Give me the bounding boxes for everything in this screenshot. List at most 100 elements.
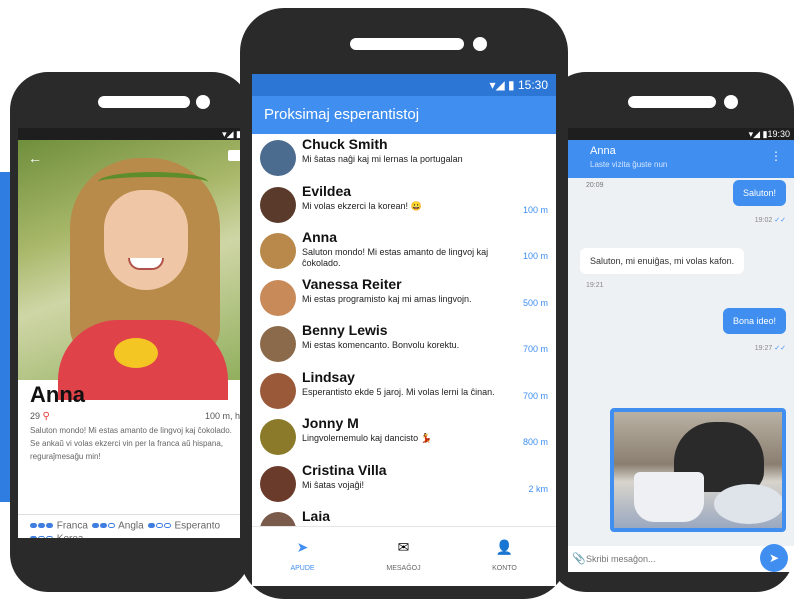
contact-message: Mi volas ekzerci la korean! 😀: [302, 200, 422, 211]
avatar: [260, 279, 296, 316]
phone-speaker: [98, 96, 190, 108]
back-arrow-icon[interactable]: ←: [28, 150, 42, 166]
contact-row[interactable]: Evildea Mi volas ekzerci la korean! 😀 100 …: [252, 181, 556, 227]
photo-message[interactable]: [610, 408, 786, 532]
avatar: [260, 326, 296, 362]
contact-row[interactable]: Laia: [252, 506, 556, 526]
read-check-icon: ✓✓: [774, 345, 786, 352]
profile-name: Anna: [30, 382, 85, 407]
message-bubble-in: Saluton, mi enuiĝas, mi volas kafon.: [580, 248, 745, 274]
message-bubble-out: Bona ideo!: [722, 308, 786, 334]
phone-speaker: [628, 96, 716, 108]
more-options-icon[interactable]: ⋮: [770, 149, 782, 163]
contact-row[interactable]: Lindsay Esperantisto ekde 5 jaroj. Mi vol…: [252, 367, 556, 413]
chat-header: Anna Laste vizita ĝuste nun ⋮: [568, 140, 794, 178]
nav-item-konto[interactable]: 👤 KONTO: [454, 527, 555, 586]
phone-camera: [473, 37, 487, 51]
contact-distance: 100 m: [522, 204, 548, 215]
contact-row[interactable]: Jonny M Lingvolernemulo kaj dancisto 💃 800…: [252, 413, 556, 459]
messages-icon: ✉: [397, 539, 410, 555]
chat-contact-status: Laste vizita ĝuste nun: [590, 160, 668, 169]
contact-name: Laia: [302, 508, 331, 524]
language-item: Franca: [30, 520, 88, 533]
chat-contact-name[interactable]: Anna: [590, 145, 616, 157]
contact-name: Vanessa Reiter: [302, 275, 402, 292]
contact-row[interactable]: Vanessa Reiter Mi estas programisto kaj m…: [252, 274, 556, 320]
send-icon: ➤: [768, 551, 780, 565]
location-pin-icon: ⚲: [42, 411, 50, 422]
avatar: [260, 465, 296, 502]
nav-item-mesaĝoj[interactable]: ✉ MESAĜOJ: [353, 527, 454, 586]
contact-message: Mi estas komencanto. Bonvolu korektu.: [302, 340, 460, 350]
status-bar: ▾◢ ▮ 15:30: [252, 74, 556, 96]
contact-row[interactable]: Cristina Villa Mi ŝatas vojaĝi! 2 km: [252, 460, 556, 506]
proficiency-dots-icon: [147, 520, 172, 532]
chat-screen: ▾◢ ▮19:30 Anna Laste vizita ĝuste nun ⋮ …: [568, 128, 794, 572]
contact-message: Esperantisto ekde 5 jaroj. Mi volas lern…: [302, 386, 495, 397]
avatar: [260, 186, 296, 223]
phone-profile: ▾◢ ▮1 ← Anna 29 ⚲ 100 m, hier Saluton mo…: [10, 72, 250, 592]
contact-name: Evildea: [302, 182, 352, 199]
chat-messages: 20:09 Saluton! 19:02 ✓✓ Saluton, mi enui…: [568, 178, 794, 546]
contact-message: Lingvolernemulo kaj dancisto 💃: [302, 433, 432, 443]
contact-message: Mi estas programisto kaj mi amas lingvoj…: [302, 293, 472, 304]
avatar: [260, 140, 296, 176]
status-bar: ▾◢ ▮19:30: [568, 128, 794, 140]
app-bar: Proksimaj esperantistoj: [252, 96, 556, 134]
language-item: Korea: [30, 533, 83, 538]
send-button[interactable]: ➤: [760, 544, 788, 572]
app-title: Proksimaj esperantistoj: [264, 106, 420, 123]
message-time: 19:02 ✓✓: [754, 217, 786, 224]
date-chip: 20:09: [586, 182, 604, 189]
profile-bio: Saluton mondo! Mi estas amanto de lingvo…: [30, 426, 232, 461]
contact-distance: 700 m: [522, 344, 548, 354]
nearby-icon: ➤: [296, 539, 309, 555]
contact-name: Chuck Smith: [302, 136, 388, 152]
message-input[interactable]: [586, 550, 746, 568]
contact-name: Benny Lewis: [302, 322, 388, 338]
contact-list: Chuck Smith Mi ŝatas naĝi kaj mi lernas l…: [252, 134, 556, 526]
status-time: 15:30: [517, 78, 548, 92]
phone-nearby: ▾◢ ▮ 15:30 Proksimaj esperantistoj Chuck…: [240, 8, 568, 599]
language-item: Angla: [91, 520, 144, 533]
profile-photo: [18, 140, 250, 400]
avatar: [260, 372, 296, 409]
account-icon: 👤: [495, 539, 514, 555]
contact-row[interactable]: Anna Saluton mondo! Mi estas amanto de li…: [252, 227, 556, 273]
nav-label: KONTO: [492, 565, 517, 572]
chat-input-bar: 📎 ➤: [568, 544, 794, 572]
promo-stage: ▾◢ ▮1 ← Anna 29 ⚲ 100 m, hier Saluton mo…: [0, 0, 794, 599]
language-list: Franca Angla Esperanto Korea: [30, 520, 242, 538]
attach-icon[interactable]: 📎: [572, 552, 586, 565]
contact-message: Mi ŝatas vojaĝi!: [302, 479, 365, 490]
contact-distance: 100 m: [522, 251, 548, 261]
language-label: Esperanto: [171, 520, 221, 532]
contact-name: Jonny M: [302, 415, 359, 431]
status-time: 19:30: [767, 129, 790, 139]
nav-item-apude[interactable]: ➤ APUDE: [252, 527, 353, 586]
read-check-icon: ✓✓: [774, 217, 786, 224]
contact-name: Lindsay: [302, 368, 355, 385]
divider: [18, 514, 250, 515]
contact-distance: 500 m: [522, 297, 548, 308]
phone-camera: [724, 95, 738, 109]
bottom-navigation: ➤ APUDE ✉ MESAĜOJ 👤 KONTO: [252, 526, 556, 586]
avatar: [260, 419, 296, 455]
language-label: Korea: [54, 533, 84, 538]
status-bar: ▾◢ ▮1: [18, 128, 250, 140]
language-label: Franca: [54, 520, 88, 532]
nearby-screen: ▾◢ ▮ 15:30 Proksimaj esperantistoj Chuck…: [252, 74, 556, 586]
proficiency-dots-icon: [30, 520, 54, 532]
profile-age: 29 ⚲: [30, 411, 50, 422]
contact-row[interactable]: Chuck Smith Mi ŝatas naĝi kaj mi lernas l…: [252, 134, 556, 180]
avatar: [260, 233, 296, 269]
contact-message: Saluton mondo! Mi estas amanto de lingvo…: [302, 247, 489, 268]
contact-distance: 700 m: [522, 390, 548, 401]
message-time: 19:27 ✓✓: [754, 345, 786, 352]
language-item: Esperanto: [147, 520, 221, 533]
contact-row[interactable]: Benny Lewis Mi estas komencanto. Bonvolu …: [252, 320, 556, 366]
profile-screen: ▾◢ ▮1 ← Anna 29 ⚲ 100 m, hier Saluton mo…: [18, 128, 250, 538]
proficiency-dots-icon: [91, 520, 116, 532]
phone-speaker: [350, 38, 464, 50]
contact-distance: 800 m: [522, 437, 548, 447]
